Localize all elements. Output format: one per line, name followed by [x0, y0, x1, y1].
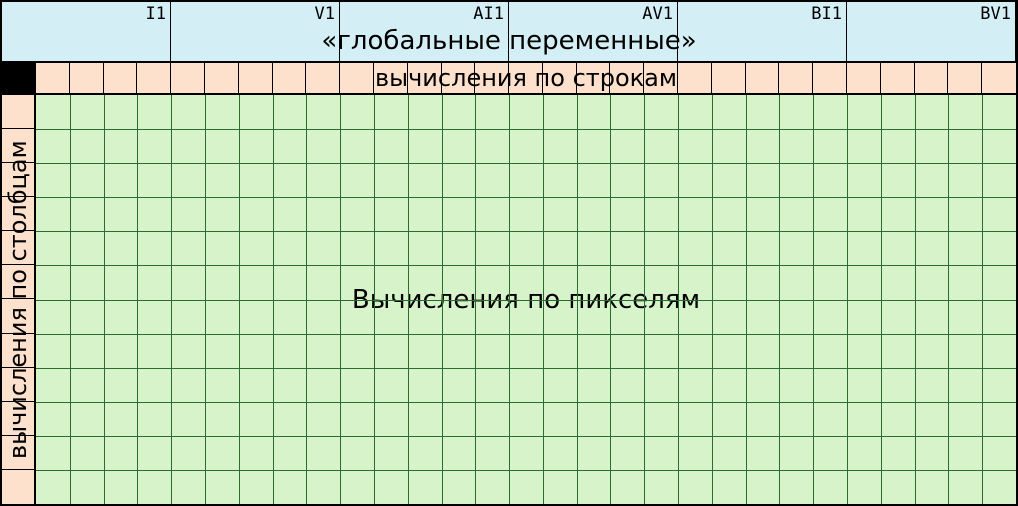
row-calc-cell: [205, 63, 239, 93]
col-calc-cell: [2, 436, 34, 470]
col-calc-cell: [2, 95, 34, 129]
row-calc-cell: [306, 63, 340, 93]
grid-line-horizontal: [36, 231, 1016, 232]
corner-block: [2, 63, 36, 93]
row-calc-cell: [70, 63, 104, 93]
row-calc-cell: [746, 63, 780, 93]
row-calc-band: вычисления по строкам: [2, 63, 1016, 95]
col-calc-cells: [2, 95, 34, 504]
col-calc-cell: [2, 300, 34, 334]
col-calc-cell: [2, 197, 34, 231]
row-calc-cell: [712, 63, 746, 93]
row-calc-cell: [881, 63, 915, 93]
grid-line-horizontal: [36, 368, 1016, 369]
col-calc-cell: [2, 334, 34, 368]
row-calc-cell: [779, 63, 813, 93]
row-calc-cells: [36, 63, 1016, 93]
grid-line-horizontal: [36, 163, 1016, 164]
diagram-frame: I1 V1 AI1 AV1 BI1 BV1 «глобальные переме…: [0, 0, 1018, 506]
pixel-grid: Вычисления по пикселям: [36, 95, 1016, 504]
row-calc-cell: [239, 63, 273, 93]
row-calc-cell: [543, 63, 577, 93]
col-calc-cell: [2, 368, 34, 402]
row-calc-cell: [374, 63, 408, 93]
col-calc-band: вычисления по столбцам: [2, 95, 36, 504]
grid-line-horizontal: [36, 436, 1016, 437]
globals-cell-label: V1: [315, 4, 335, 24]
globals-band: I1 V1 AI1 AV1 BI1 BV1 «глобальные переме…: [2, 2, 1016, 63]
row-calc-cell: [475, 63, 509, 93]
grid-line-horizontal: [36, 129, 1016, 130]
row-calc-cell: [273, 63, 307, 93]
row-calc-cell: [948, 63, 982, 93]
globals-cell-label: I1: [146, 4, 166, 24]
row-calc-cell: [577, 63, 611, 93]
row-calc-cell: [104, 63, 138, 93]
grid-line-horizontal: [36, 334, 1016, 335]
col-calc-cell: [2, 265, 34, 299]
grid-line-horizontal: [36, 197, 1016, 198]
grid-line-horizontal: [36, 402, 1016, 403]
col-calc-cell: [2, 402, 34, 436]
row-calc-cell: [509, 63, 543, 93]
grid-line-horizontal: [36, 265, 1016, 266]
globals-cell-label: AV1: [642, 4, 673, 24]
globals-cell-label: AI1: [473, 4, 504, 24]
row-calc-cell: [678, 63, 712, 93]
row-calc-cell: [813, 63, 847, 93]
row-calc-cell: [442, 63, 476, 93]
globals-cell-label: BV1: [980, 4, 1011, 24]
col-calc-cell: [2, 470, 34, 504]
grid-line-horizontal: [36, 300, 1016, 301]
globals-title: «глобальные переменные»: [2, 26, 1016, 56]
row-calc-cell: [36, 63, 70, 93]
row-calc-cell: [915, 63, 949, 93]
row-calc-cell: [847, 63, 881, 93]
col-calc-cell: [2, 231, 34, 265]
row-calc-cell: [340, 63, 374, 93]
globals-cell-label: BI1: [811, 4, 842, 24]
row-calc-cell: [171, 63, 205, 93]
row-calc-cell: [982, 63, 1016, 93]
col-calc-cell: [2, 129, 34, 163]
row-calc-cell: [644, 63, 678, 93]
grid-line-horizontal: [36, 470, 1016, 471]
row-calc-cell: [408, 63, 442, 93]
row-calc-cell: [610, 63, 644, 93]
col-calc-cell: [2, 163, 34, 197]
row-calc-cell: [137, 63, 171, 93]
